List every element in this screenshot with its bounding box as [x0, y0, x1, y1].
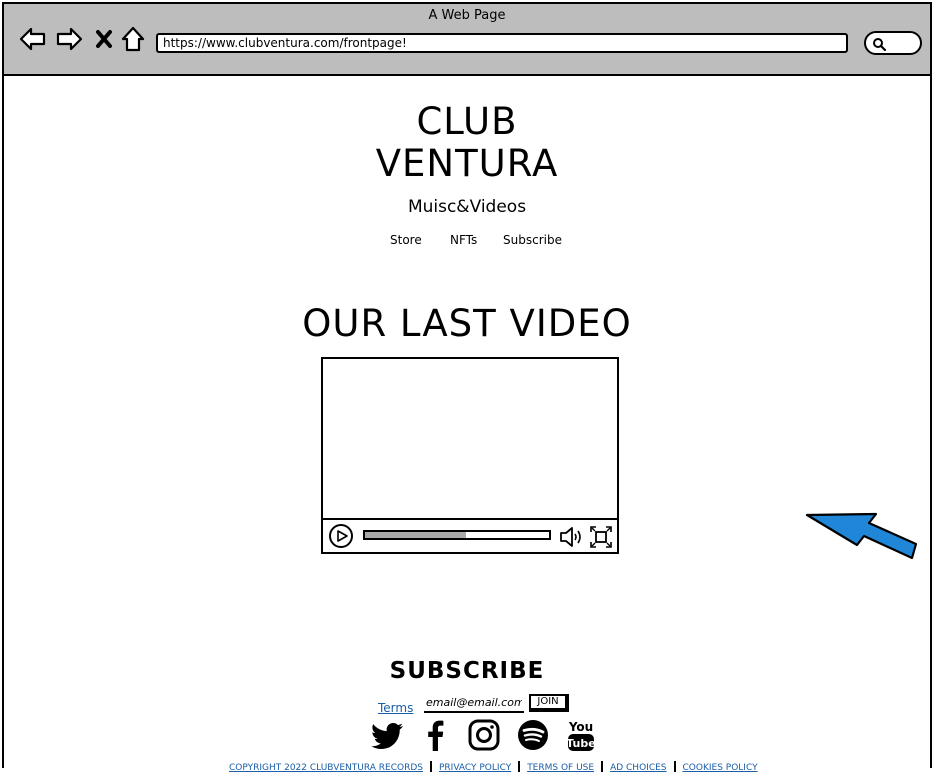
subscribe-title: SUBSCRIBE [389, 658, 545, 684]
cursor-arrow-icon [805, 512, 918, 560]
link-separator [673, 761, 676, 772]
brand-tagline: Muisc&Videos [407, 197, 527, 217]
terms-of-use-link[interactable]: TERMS OF USE [527, 763, 594, 773]
svg-text:You: You [568, 720, 593, 734]
svg-text:Tube: Tube [566, 737, 595, 750]
nav-item-nfts[interactable]: NFTs [450, 233, 477, 247]
facebook-icon[interactable] [419, 718, 453, 752]
ad-choices-link[interactable]: AD CHOICES [610, 763, 666, 773]
home-icon[interactable] [118, 24, 148, 54]
video-progress-bar[interactable] [363, 530, 551, 540]
window-title: A Web Page [428, 8, 506, 23]
spotify-icon[interactable] [516, 718, 550, 752]
youtube-icon[interactable]: You Tube [564, 718, 598, 752]
brand-title-line2: VENTURA [375, 142, 559, 185]
back-arrow-icon[interactable] [18, 24, 48, 54]
video-controls [323, 518, 617, 552]
play-button[interactable] [329, 524, 353, 548]
fullscreen-icon[interactable] [589, 525, 613, 549]
nav-item-subscribe[interactable]: Subscribe [503, 233, 562, 247]
nav-item-store[interactable]: Store [390, 233, 422, 247]
link-separator [429, 761, 432, 772]
volume-icon[interactable] [559, 525, 585, 549]
twitter-icon[interactable] [370, 718, 404, 752]
link-separator [518, 761, 521, 772]
instagram-icon[interactable] [467, 718, 501, 752]
terms-link[interactable]: Terms [378, 701, 413, 715]
section-title: OUR LAST VIDEO [302, 302, 632, 345]
copyright-link[interactable]: COPYRIGHT 2022 CLUBVENTURA RECORDS [229, 763, 423, 773]
browser-window: A Web Page https://www.clubventura.com/f… [2, 2, 932, 773]
legal-links: COPYRIGHT 2022 CLUBVENTURA RECORDS PRIVAC… [229, 761, 758, 773]
video-player[interactable] [321, 357, 619, 554]
browser-search-box[interactable] [864, 31, 922, 55]
video-progress-fill [365, 532, 467, 538]
join-button[interactable]: JOIN [529, 694, 569, 712]
email-input[interactable] [424, 693, 524, 713]
link-separator [601, 761, 604, 772]
close-x-icon[interactable] [89, 24, 119, 54]
brand-title-line1: CLUB [416, 100, 518, 143]
cookies-policy-link[interactable]: COOKIES POLICY [683, 763, 758, 773]
forward-arrow-icon[interactable] [54, 24, 84, 54]
browser-toolbar: A Web Page https://www.clubventura.com/f… [4, 4, 930, 76]
privacy-policy-link[interactable]: PRIVACY POLICY [439, 763, 511, 773]
search-icon [873, 38, 886, 51]
play-icon [337, 530, 348, 542]
address-bar[interactable]: https://www.clubventura.com/frontpage! [156, 33, 848, 53]
